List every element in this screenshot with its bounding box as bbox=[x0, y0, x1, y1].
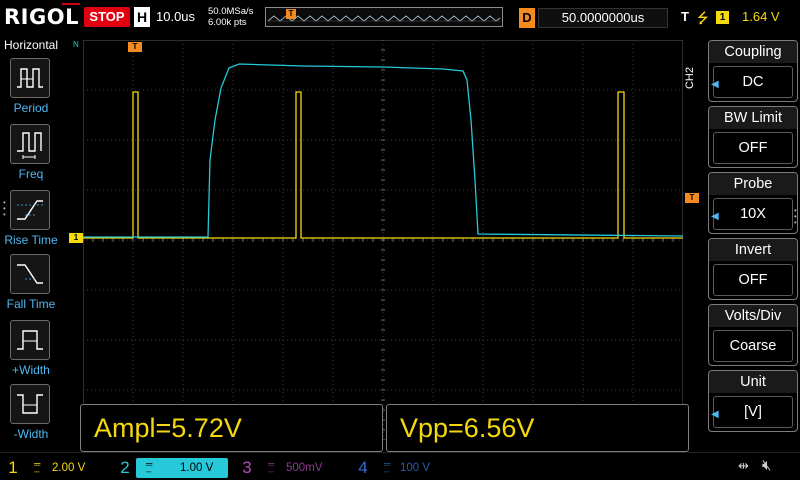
measure-period-button[interactable]: Period bbox=[0, 58, 62, 120]
fall-time-icon bbox=[10, 254, 50, 294]
channel-settings-menu: Coupling DC ◀ BW Limit OFF Probe 10X ◀ •… bbox=[708, 38, 800, 452]
channel-4-scale: 100 V bbox=[400, 462, 431, 474]
invert-title: Invert bbox=[709, 239, 797, 261]
bw-limit-value: OFF bbox=[713, 132, 793, 164]
channel-1-box: ═ ┄ 2.00 V bbox=[24, 458, 104, 478]
memory-depth: 6.00k pts bbox=[208, 17, 247, 28]
coupling-button[interactable]: Coupling DC ◀ bbox=[708, 40, 798, 102]
speaker-muted-icon[interactable]: 🔇︎ bbox=[762, 457, 771, 474]
channel-status-bar: 1 ═ ┄ 2.00 V 2 ═ ┄ 1.00 V 3 ═ ┄ 500mV 4 ═ ┄ … bbox=[0, 452, 800, 480]
graticule bbox=[83, 40, 683, 440]
measure-pos-width-button[interactable]: +Width bbox=[0, 320, 62, 382]
measure-rise-time-button[interactable]: Rise Time bbox=[0, 190, 62, 252]
horizontal-measure-menu: Horizontal Period Freq • • • Rise Time Fal… bbox=[0, 38, 62, 452]
probe-left-arrow-icon: ◀ bbox=[711, 211, 719, 222]
sample-rate: 50.0MSa/s bbox=[208, 6, 254, 17]
brand-mark bbox=[62, 3, 80, 5]
channel-2-number: 2 bbox=[120, 458, 130, 477]
delay-badge: D bbox=[519, 8, 535, 28]
top-status-bar: RIGOL STOP H 10.0us 50.0MSa/s 6.00k pts … bbox=[0, 0, 800, 38]
timebase-value[interactable]: 10.0us bbox=[156, 9, 195, 24]
period-icon bbox=[10, 58, 50, 98]
probe-title: Probe bbox=[709, 173, 797, 195]
ch2-offset-marker[interactable]: N bbox=[73, 40, 81, 49]
coupling-title: Coupling bbox=[709, 41, 797, 63]
usb-icon: ⇹ bbox=[738, 458, 749, 473]
unit-button[interactable]: Unit [V] ◀ bbox=[708, 370, 798, 432]
unit-value: [V] bbox=[713, 396, 793, 428]
memory-waveform bbox=[267, 15, 501, 22]
measurement-ampl: Ampl=5.72V bbox=[80, 404, 383, 452]
channel-2-scale: 1.00 V bbox=[180, 462, 214, 474]
acquisition-info: 50.0MSa/s 6.00k pts bbox=[208, 6, 253, 28]
memory-overview: T bbox=[265, 7, 503, 27]
pos-width-label: +Width bbox=[12, 363, 50, 377]
measure-fall-time-button[interactable]: Fall Time bbox=[0, 254, 62, 316]
channel-2-box: ═ ┄ 1.00 V bbox=[136, 458, 228, 478]
trigger-source: 1 bbox=[716, 11, 729, 24]
period-label: Period bbox=[13, 101, 49, 115]
trigger-level-marker[interactable]: T bbox=[685, 193, 699, 203]
neg-width-icon bbox=[10, 384, 50, 424]
volts-div-button[interactable]: Volts/Div Coarse bbox=[708, 304, 798, 366]
probe-button[interactable]: Probe 10X ◀ bbox=[708, 172, 798, 234]
coupling-left-arrow-icon: ◀ bbox=[711, 79, 719, 90]
right-menu-page-dots: • • • bbox=[794, 206, 797, 227]
channel-3-box: ═ ┄ 500mV bbox=[258, 458, 348, 478]
unit-title: Unit bbox=[709, 371, 797, 393]
volts-div-title: Volts/Div bbox=[709, 305, 797, 327]
channel-4-box: ═ ┄ 100 V bbox=[374, 458, 464, 478]
channel-1-scale: 2.00 V bbox=[52, 462, 86, 474]
dc-coupling-icon: ═ ┄ bbox=[384, 459, 391, 477]
left-menu-title: Horizontal bbox=[3, 38, 59, 52]
channel-3-number: 3 bbox=[242, 458, 252, 477]
channel-3-scale: 500mV bbox=[286, 462, 323, 474]
channel-4-status[interactable]: 4 ═ ┄ 100 V bbox=[352, 456, 464, 480]
channel-3-status[interactable]: 3 ═ ┄ 500mV bbox=[236, 456, 348, 480]
invert-button[interactable]: Invert OFF bbox=[708, 238, 798, 300]
dc-coupling-icon: ═ ┄ bbox=[34, 459, 41, 477]
pos-width-icon bbox=[10, 320, 50, 360]
trigger-level[interactable]: 1.64 V bbox=[742, 9, 780, 24]
channel-1-status[interactable]: 1 ═ ┄ 2.00 V bbox=[2, 456, 106, 480]
horizontal-badge: H bbox=[134, 7, 150, 27]
run-stop-status[interactable]: STOP bbox=[84, 7, 130, 27]
neg-width-label: -Width bbox=[13, 427, 49, 441]
channel-2-status[interactable]: 2 ═ ┄ 1.00 V bbox=[114, 456, 232, 480]
unit-left-arrow-icon: ◀ bbox=[711, 409, 719, 420]
rising-edge-icon: ⭍ bbox=[697, 10, 709, 26]
measure-freq-button[interactable]: Freq bbox=[0, 124, 62, 186]
trigger-position-marker[interactable]: T bbox=[128, 42, 142, 52]
ch1-offset-marker[interactable]: 1 bbox=[69, 233, 83, 243]
measurement-vpp: Vpp=6.56V bbox=[386, 404, 689, 452]
channel-tag: CH2 bbox=[684, 67, 696, 90]
rise-time-icon bbox=[10, 190, 50, 230]
rise-time-label: Rise Time bbox=[4, 233, 58, 247]
horizontal-delay-value[interactable]: 50.0000000us bbox=[538, 8, 668, 28]
trigger-badge: T bbox=[681, 9, 689, 24]
waveform-display[interactable]: 1 T T N bbox=[69, 40, 699, 440]
brand-logo: RIGOL bbox=[4, 5, 79, 29]
freq-icon bbox=[10, 124, 50, 164]
volts-div-value: Coarse bbox=[713, 330, 793, 362]
channel-4-number: 4 bbox=[358, 458, 368, 477]
channel-1-number: 1 bbox=[8, 458, 18, 477]
freq-label: Freq bbox=[18, 167, 44, 181]
memory-trigger-marker: T bbox=[286, 9, 296, 19]
bw-limit-button[interactable]: BW Limit OFF bbox=[708, 106, 798, 168]
dc-coupling-icon: ═ ┄ bbox=[146, 459, 153, 477]
coupling-value: DC bbox=[713, 66, 793, 98]
probe-value: 10X bbox=[713, 198, 793, 230]
bw-limit-title: BW Limit bbox=[709, 107, 797, 129]
dc-coupling-icon: ═ ┄ bbox=[268, 459, 275, 477]
invert-value: OFF bbox=[713, 264, 793, 296]
measure-neg-width-button[interactable]: -Width bbox=[0, 384, 62, 446]
fall-time-label: Fall Time bbox=[6, 297, 56, 311]
